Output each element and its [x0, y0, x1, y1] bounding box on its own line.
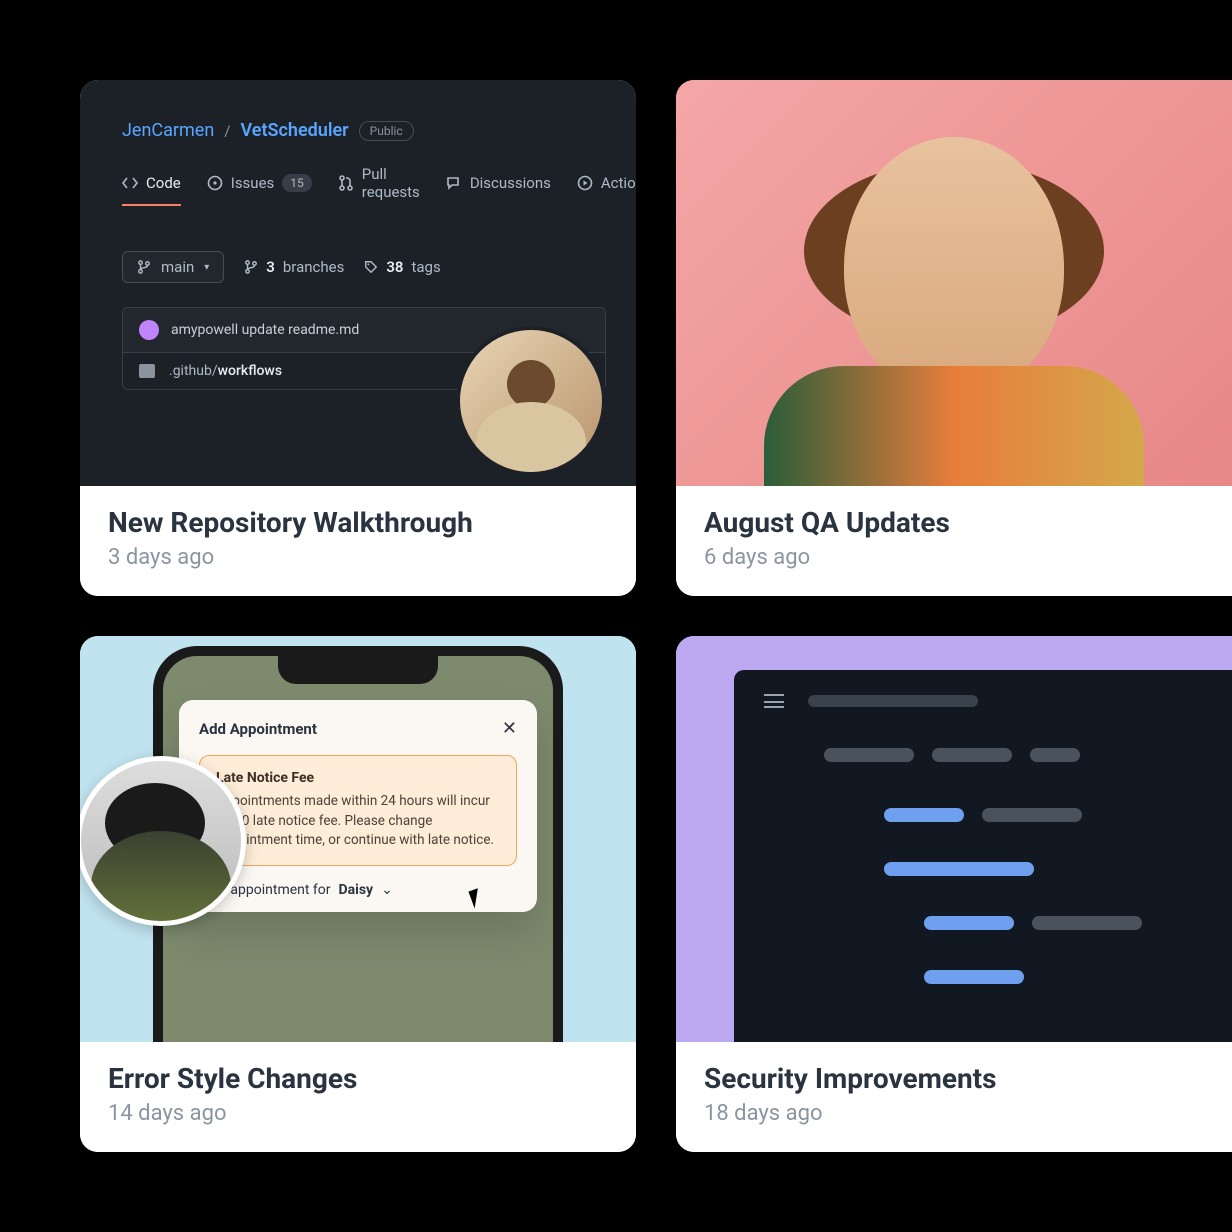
code-line	[824, 862, 1202, 876]
tag-icon	[364, 260, 378, 274]
tab-label: Issues	[231, 174, 275, 192]
phone-notch	[278, 656, 438, 684]
card-timestamp: 14 days ago	[108, 1101, 608, 1126]
code-editor-bg	[676, 636, 1232, 1042]
code-editor-window	[734, 670, 1232, 1042]
menu-icon[interactable]	[764, 694, 784, 708]
avatar	[139, 320, 159, 340]
code-line	[824, 808, 1202, 822]
tab-issues[interactable]: Issues 15	[207, 174, 312, 206]
thumbnail	[676, 636, 1232, 1042]
placeholder-bar	[808, 695, 978, 707]
card-title: August QA Updates	[704, 506, 1204, 539]
warning-title: Late Notice Fee	[216, 770, 500, 786]
card-error-styles[interactable]: Add Appointment ✕ Late Notice Fee Appoin…	[80, 636, 636, 1152]
close-icon[interactable]: ✕	[502, 718, 517, 739]
card-caption: Error Style Changes 14 days ago	[80, 1042, 636, 1152]
chevron-down-icon: ▾	[204, 262, 209, 273]
appointment-pet-name: Daisy	[339, 882, 374, 898]
tab-label: Code	[146, 174, 181, 192]
card-caption: New Repository Walkthrough 3 days ago	[80, 486, 636, 596]
card-timestamp: 3 days ago	[108, 545, 608, 570]
presenter-photo	[676, 80, 1232, 486]
tab-actions[interactable]: Actio	[577, 174, 636, 206]
repo-tabs: Code Issues 15 Pull requests	[122, 165, 606, 215]
code-icon	[122, 175, 138, 191]
chevron-down-icon: ⌄	[381, 882, 393, 898]
presenter-avatar	[80, 756, 246, 926]
card-caption: Security Improvements 18 days ago	[676, 1042, 1232, 1152]
branch-icon	[244, 260, 258, 274]
sheet-title: Add Appointment	[199, 720, 317, 738]
card-security[interactable]: Security Improvements 18 days ago	[676, 636, 1232, 1152]
branches-stat[interactable]: 3 branches	[244, 258, 344, 276]
card-title: Security Improvements	[704, 1062, 1204, 1095]
branch-name: main	[161, 258, 194, 276]
pull-request-icon	[338, 175, 354, 191]
commit-message: amypowell update readme.md	[171, 322, 359, 338]
phone-mockup-bg: Add Appointment ✕ Late Notice Fee Appoin…	[80, 636, 636, 1042]
code-line	[824, 748, 1202, 762]
late-notice-warning: Late Notice Fee Appointments made within…	[199, 755, 517, 866]
discussion-icon	[446, 175, 462, 191]
tags-count: 38	[386, 258, 403, 276]
branches-count: 3	[266, 258, 275, 276]
repo-window: JenCarmen / VetScheduler Public Code	[80, 80, 636, 486]
visibility-badge: Public	[359, 121, 414, 141]
thumbnail: JenCarmen / VetScheduler Public Code	[80, 80, 636, 486]
tags-label: tags	[411, 258, 440, 276]
breadcrumb: JenCarmen / VetScheduler Public	[122, 120, 606, 141]
thumbnail	[676, 80, 1232, 486]
card-caption: August QA Updates 6 days ago	[676, 486, 1232, 596]
tab-discussions[interactable]: Discussions	[446, 174, 551, 206]
warning-body: Appointments made within 24 hours will i…	[216, 792, 500, 851]
card-timestamp: 6 days ago	[704, 545, 1204, 570]
card-title: New Repository Walkthrough	[108, 506, 608, 539]
branches-label: branches	[283, 258, 344, 276]
code-line	[824, 916, 1202, 930]
tab-code[interactable]: Code	[122, 174, 181, 206]
card-title: Error Style Changes	[108, 1062, 608, 1095]
branch-icon	[137, 260, 151, 274]
code-line	[824, 970, 1202, 984]
tab-label: Discussions	[470, 174, 551, 192]
repo-owner-link[interactable]: JenCarmen	[122, 120, 214, 141]
issues-count-badge: 15	[282, 174, 312, 192]
branch-selector[interactable]: main ▾	[122, 251, 224, 283]
tab-label: Actio	[601, 174, 636, 192]
issue-icon	[207, 175, 223, 191]
video-card-grid: JenCarmen / VetScheduler Public Code	[0, 0, 1232, 1232]
breadcrumb-sep: /	[224, 122, 230, 140]
folder-icon	[139, 364, 155, 378]
thumbnail: Add Appointment ✕ Late Notice Fee Appoin…	[80, 636, 636, 1042]
card-repo-walkthrough[interactable]: JenCarmen / VetScheduler Public Code	[80, 80, 636, 596]
editor-toolbar	[764, 694, 1202, 708]
tab-pull-requests[interactable]: Pull requests	[338, 165, 420, 215]
repo-name-link[interactable]: VetScheduler	[241, 120, 349, 141]
card-timestamp: 18 days ago	[704, 1101, 1204, 1126]
presenter-avatar	[456, 326, 606, 476]
file-name: .github/workflows	[169, 363, 282, 379]
repo-controls: main ▾ 3 branches 38	[122, 251, 606, 283]
tags-stat[interactable]: 38 tags	[364, 258, 440, 276]
play-icon	[577, 175, 593, 191]
tab-label: Pull requests	[362, 165, 420, 201]
card-qa-updates[interactable]: August QA Updates 6 days ago	[676, 80, 1232, 596]
